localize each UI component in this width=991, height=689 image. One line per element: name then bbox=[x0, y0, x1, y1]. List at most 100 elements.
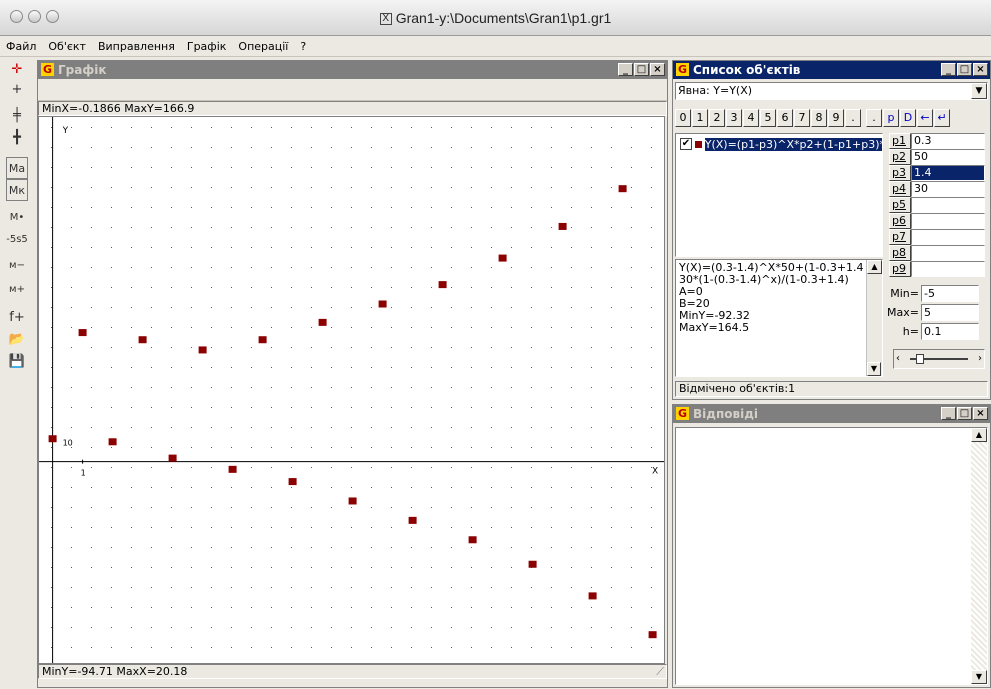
param-value[interactable] bbox=[911, 261, 985, 277]
answers-titlebar[interactable]: G Відповіді _ □ × bbox=[673, 405, 990, 423]
open-folder-icon[interactable]: 📂 bbox=[6, 329, 28, 351]
objects-minimize-button[interactable]: _ bbox=[941, 63, 956, 76]
axes-tilt-icon[interactable]: ╋ bbox=[6, 127, 28, 149]
param-name[interactable]: p5 bbox=[889, 197, 911, 213]
zoom-in-icon[interactable]: м+ bbox=[6, 279, 28, 301]
keypad-button[interactable]: p bbox=[883, 109, 899, 127]
axes-cross-icon[interactable]: ✛ bbox=[6, 59, 28, 81]
param-row[interactable]: p7 bbox=[889, 229, 989, 245]
scroll-down-icon[interactable]: ▼ bbox=[971, 670, 987, 684]
param-name[interactable]: p9 bbox=[889, 261, 911, 277]
grid-dot bbox=[531, 327, 532, 328]
param-name[interactable]: p1 bbox=[889, 133, 911, 149]
save-icon[interactable]: 💾 bbox=[6, 351, 28, 373]
objects-maximize-button[interactable]: □ bbox=[957, 63, 972, 76]
menu-edit[interactable]: Виправлення bbox=[92, 37, 181, 53]
param-row[interactable]: p8 bbox=[889, 245, 989, 261]
param-row[interactable]: p5 bbox=[889, 197, 989, 213]
grid-dot bbox=[131, 287, 132, 288]
min-field[interactable]: -5 bbox=[921, 285, 979, 302]
function-type-select[interactable]: Явна: Y=Y(X) ▼ bbox=[675, 82, 988, 100]
object-list[interactable]: ✔ Y(X)=(p1-p3)^X*p2+(1-p1+p3)* bbox=[675, 133, 883, 257]
graph-canvas[interactable]: Y X 10 1 bbox=[38, 116, 665, 664]
menu-file[interactable]: Файл bbox=[0, 37, 42, 53]
answers-maximize-button[interactable]: □ bbox=[957, 407, 972, 420]
param-row[interactable]: p6 bbox=[889, 213, 989, 229]
param-name[interactable]: p3 bbox=[889, 165, 911, 181]
param-name[interactable]: p2 bbox=[889, 149, 911, 165]
keypad-button[interactable]: . bbox=[866, 109, 882, 127]
max-field[interactable]: 5 bbox=[921, 304, 979, 321]
keypad-button[interactable]: ← bbox=[917, 109, 933, 127]
keypad-button[interactable]: D bbox=[900, 109, 916, 127]
keypad-button[interactable]: 2 bbox=[709, 109, 725, 127]
param-name[interactable]: p6 bbox=[889, 213, 911, 229]
answers-scrollbar[interactable]: ▲ ▼ bbox=[971, 428, 987, 684]
slider-thumb[interactable] bbox=[916, 354, 924, 364]
graph-minimize-button[interactable]: _ bbox=[618, 63, 633, 76]
info-scrollbar[interactable]: ▲ ▼ bbox=[866, 260, 882, 376]
objects-titlebar[interactable]: G Список об'єктів _ □ × bbox=[673, 61, 990, 79]
graph-maximize-button[interactable]: □ bbox=[634, 63, 649, 76]
chevron-left-icon[interactable]: ‹ bbox=[896, 353, 900, 364]
param-name[interactable]: p8 bbox=[889, 245, 911, 261]
answers-close-button[interactable]: × bbox=[973, 407, 988, 420]
param-slider[interactable]: ‹ › bbox=[893, 349, 985, 369]
menu-graph[interactable]: Графік bbox=[181, 37, 233, 53]
keypad-button[interactable]: 5 bbox=[760, 109, 776, 127]
keypad-button[interactable]: 9 bbox=[828, 109, 844, 127]
zoom-out-icon[interactable]: м− bbox=[6, 255, 28, 277]
param-row[interactable]: p3 1.4 bbox=[889, 165, 989, 181]
keypad-button[interactable]: 7 bbox=[794, 109, 810, 127]
param-value[interactable]: 50 bbox=[911, 149, 985, 165]
keypad-button[interactable]: 4 bbox=[743, 109, 759, 127]
step-field[interactable]: 0.1 bbox=[921, 323, 979, 340]
objects-app-icon: G bbox=[676, 63, 689, 76]
menu-help[interactable]: ? bbox=[294, 37, 312, 53]
graph-titlebar[interactable]: G Графік _ □ × bbox=[38, 61, 667, 79]
scale-point-icon[interactable]: М• bbox=[6, 207, 28, 229]
plus-icon[interactable]: + bbox=[6, 79, 28, 101]
axes-shift-icon[interactable]: ╪ bbox=[6, 105, 28, 127]
keypad-button[interactable]: ↵ bbox=[934, 109, 950, 127]
add-function-icon[interactable]: f+ bbox=[6, 307, 28, 329]
param-name[interactable]: p4 bbox=[889, 181, 911, 197]
graph-close-button[interactable]: × bbox=[650, 63, 665, 76]
grid-dot bbox=[231, 507, 232, 508]
param-value[interactable] bbox=[911, 197, 985, 213]
scroll-up-icon[interactable]: ▲ bbox=[971, 428, 987, 442]
keypad-button[interactable]: . bbox=[845, 109, 861, 127]
keypad-button[interactable]: 0 bbox=[675, 109, 691, 127]
chevron-down-icon[interactable]: ▼ bbox=[971, 83, 987, 99]
param-row[interactable]: p9 bbox=[889, 261, 989, 277]
param-value[interactable] bbox=[911, 213, 985, 229]
keypad-button[interactable]: 8 bbox=[811, 109, 827, 127]
answers-minimize-button[interactable]: _ bbox=[941, 407, 956, 420]
keypad-button[interactable]: 1 bbox=[692, 109, 708, 127]
objects-close-button[interactable]: × bbox=[973, 63, 988, 76]
menu-object[interactable]: Об'єкт bbox=[42, 37, 92, 53]
param-name[interactable]: p7 bbox=[889, 229, 911, 245]
keypad-button[interactable]: 3 bbox=[726, 109, 742, 127]
grid-dot bbox=[331, 567, 332, 568]
param-row[interactable]: p4 30 bbox=[889, 181, 989, 197]
param-value[interactable]: 30 bbox=[911, 181, 985, 197]
param-row[interactable]: p1 0.3 bbox=[889, 133, 989, 149]
scale-coord-icon[interactable]: Мк bbox=[6, 179, 28, 201]
param-value[interactable] bbox=[911, 229, 985, 245]
param-value[interactable] bbox=[911, 245, 985, 261]
menu-operations[interactable]: Операції bbox=[232, 37, 294, 53]
scroll-up-icon[interactable]: ▲ bbox=[867, 260, 882, 274]
param-value[interactable]: 0.3 bbox=[911, 133, 985, 149]
answers-text[interactable]: ▲ ▼ bbox=[675, 427, 988, 685]
keypad-button[interactable]: 6 bbox=[777, 109, 793, 127]
resize-grip-icon[interactable]: ⟋ bbox=[656, 665, 664, 678]
object-list-item[interactable]: ✔ Y(X)=(p1-p3)^X*p2+(1-p1+p3)* bbox=[676, 137, 882, 151]
checkbox-checked-icon[interactable]: ✔ bbox=[680, 138, 692, 150]
chevron-right-icon[interactable]: › bbox=[978, 353, 982, 364]
scroll-down-icon[interactable]: ▼ bbox=[867, 362, 881, 376]
param-row[interactable]: p2 50 bbox=[889, 149, 989, 165]
scale-step-icon[interactable]: -5s5 bbox=[6, 229, 28, 251]
scale-auto-icon[interactable]: Ма bbox=[6, 157, 28, 179]
param-value[interactable]: 1.4 bbox=[911, 165, 985, 181]
